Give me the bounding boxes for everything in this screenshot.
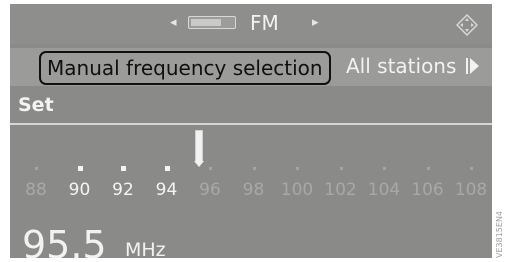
scale-tick	[339, 167, 343, 170]
scale-tick	[383, 167, 386, 170]
band-prev-arrow[interactable]: ◂	[170, 15, 177, 30]
radio-screen: ◂ FM ▸ Manual frequency selection All st…	[10, 4, 492, 258]
header-bar: ◂ FM ▸	[10, 4, 492, 44]
band-label[interactable]: FM	[250, 11, 279, 35]
scale-label-94: 94	[155, 180, 178, 200]
scale-label-98: 98	[242, 180, 265, 200]
frequency-scale[interactable]: 88 90 92 94 96 98 100 102 104 106 108	[10, 126, 492, 204]
image-code-watermark: VE3815EN4	[495, 210, 504, 258]
scale-label-90: 90	[68, 180, 91, 200]
band-slider-icon	[188, 16, 236, 29]
tuning-needle-tip	[194, 161, 205, 167]
scale-tick	[121, 166, 126, 171]
set-menu-item[interactable]: Set	[18, 94, 54, 116]
scale-label-100: 100	[280, 180, 314, 200]
scale-tick	[77, 166, 83, 171]
tab-manual-frequency-selection[interactable]: Manual frequency selection	[39, 51, 331, 85]
scale-label-106: 106	[411, 180, 444, 200]
tab-scroll-bar-icon	[466, 58, 468, 74]
tab-scroll-right-icon[interactable]	[470, 58, 479, 74]
navigation-controller-icon	[456, 14, 478, 36]
scale-label-96: 96	[199, 180, 221, 200]
band-next-arrow[interactable]: ▸	[312, 15, 319, 30]
scale-tick	[35, 167, 38, 170]
scale-label-102: 102	[324, 180, 357, 200]
scale-tick	[426, 167, 430, 170]
tab-row: Manual frequency selection All stations	[10, 48, 492, 86]
tuning-needle[interactable]	[195, 130, 204, 162]
scale-label-104: 104	[367, 180, 401, 200]
tab-all-stations[interactable]: All stations	[346, 53, 456, 79]
scale-tick	[470, 167, 473, 170]
scale-tick	[252, 167, 256, 170]
scale-label-108: 108	[454, 180, 488, 200]
scale-tick	[164, 166, 170, 171]
divider	[10, 123, 492, 125]
scale-label-92: 92	[112, 180, 134, 200]
scale-tick	[296, 167, 299, 170]
frequency-unit: MHz	[125, 239, 166, 258]
scale-tick	[209, 167, 212, 170]
frequency-value: 95.5	[22, 223, 107, 258]
scale-label-88: 88	[25, 180, 47, 200]
